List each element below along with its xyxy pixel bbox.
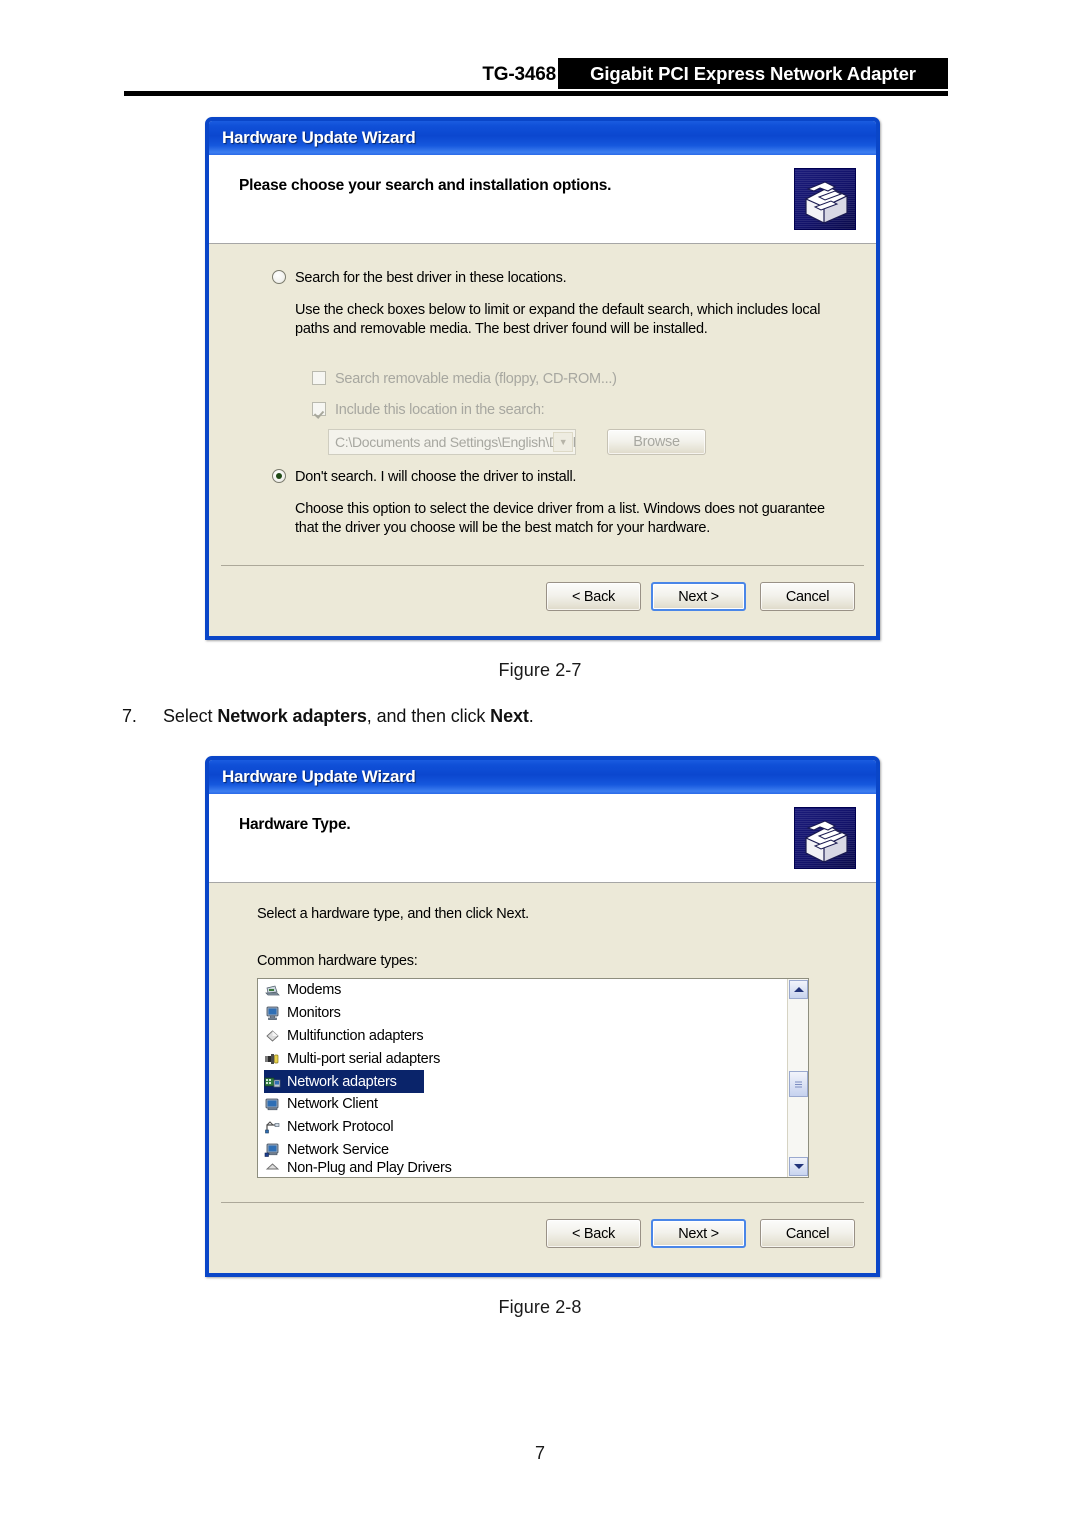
list-item[interactable]: Modems	[258, 979, 808, 1002]
scrollbar-thumb[interactable]	[789, 1071, 808, 1097]
serial-port-icon	[265, 1053, 279, 1064]
list-item-label: Multi-port serial adapters	[287, 1050, 441, 1067]
option-search-locations-label: Search for the best driver in these loca…	[295, 270, 567, 286]
list-item[interactable]: Multi-port serial adapters	[258, 1047, 808, 1070]
network-service-icon	[264, 1143, 279, 1157]
list-item-label: Network adapters	[287, 1073, 397, 1090]
next-button-1[interactable]: Next >	[651, 582, 746, 611]
dialog2-title: Hardware Update Wizard	[222, 767, 416, 786]
list-item-label: Network Protocol	[287, 1119, 394, 1136]
dialog1-footer: < Back Next > Cancel	[209, 566, 876, 628]
checkbox-include-location-box[interactable]	[312, 402, 326, 416]
option-search-locations[interactable]: Search for the best driver in these loca…	[272, 270, 832, 286]
network-client-icon	[265, 1098, 279, 1111]
list-item[interactable]: Network Client	[258, 1093, 808, 1116]
checkbox-removable-label: Search removable media (floppy, CD-ROM..…	[335, 371, 617, 387]
listbox-vertical-scrollbar[interactable]	[787, 979, 808, 1177]
page-header: TG-3468 Gigabit PCI Express Network Adap…	[124, 58, 948, 100]
list-item-label: Multifunction adapters	[287, 1027, 424, 1044]
list-item[interactable]: Network Protocol	[258, 1116, 808, 1139]
radio-dont-search[interactable]	[272, 469, 286, 483]
option-dont-search-label: Don't search. I will choose the driver t…	[295, 469, 577, 485]
network-protocol-icon	[265, 1121, 280, 1134]
list-item[interactable]: Multifunction adapters	[258, 1025, 808, 1048]
step-text-part-5: .	[528, 706, 534, 726]
step-number: 7.	[122, 706, 137, 726]
step-text-bold-next: Next	[490, 706, 529, 726]
list-item-label: Network Service	[287, 1141, 389, 1158]
option-search-description: Use the check boxes below to limit or ex…	[295, 302, 821, 337]
list-item-label: Modems	[287, 982, 342, 999]
step-text: Select Network adapters, and then click …	[163, 706, 534, 727]
hardware-update-wizard-dialog-1: Hardware Update Wizard Please choose you…	[205, 117, 880, 640]
dialog2-list-label: Common hardware types:	[257, 953, 418, 969]
network-adapter-icon	[264, 1077, 281, 1087]
checkbox-removable-box[interactable]	[312, 371, 326, 385]
diamond-icon	[266, 1030, 279, 1042]
list-item-network-adapters[interactable]: Network adapters	[264, 1070, 424, 1093]
dialog2-instruction: Select a hardware type, and then click N…	[257, 906, 529, 922]
option-dont-search-description: Choose this option to select the device …	[295, 501, 825, 536]
cancel-button-2[interactable]: Cancel	[760, 1219, 855, 1248]
add-hardware-wizard-icon	[794, 168, 856, 230]
step-text-part-3: , and then click	[366, 706, 491, 726]
checkbox-include-location[interactable]: Include this location in the search:	[312, 402, 812, 418]
step-text-part-1: Select	[163, 706, 218, 726]
hardware-types-listbox[interactable]: Modems Monitors Multifunction adapters M…	[257, 978, 809, 1178]
figure-caption-1: Figure 2-7	[498, 660, 582, 680]
dialog1-body: Search for the best driver in these loca…	[209, 244, 876, 565]
list-item[interactable]: Non-Plug and Play Drivers	[258, 1161, 808, 1175]
figure-caption-2: Figure 2-8	[498, 1297, 582, 1317]
header-model-number: TG-3468	[482, 64, 556, 85]
checkbox-include-location-label: Include this location in the search:	[335, 402, 545, 418]
chevron-down-icon[interactable]: ▼	[553, 432, 573, 452]
list-item[interactable]: Monitors	[258, 1002, 808, 1025]
dialog1-header: Please choose your search and installati…	[209, 155, 876, 244]
dialog2-footer: < Back Next > Cancel	[209, 1203, 876, 1265]
dialog1-title: Hardware Update Wizard	[222, 128, 416, 147]
list-item-label: Network Client	[287, 1096, 378, 1113]
location-combo-value: C:\Documents and Settings\English\Deskto…	[335, 434, 575, 450]
location-combo-box[interactable]: C:\Documents and Settings\English\Deskto…	[328, 429, 576, 455]
step-text-bold-network-adapters: Network adapters	[217, 706, 367, 726]
hardware-update-wizard-dialog-2: Hardware Update Wizard Hardware Type. Se…	[205, 756, 880, 1277]
browse-button[interactable]: Browse	[607, 429, 706, 455]
header-product-banner: Gigabit PCI Express Network Adapter	[558, 58, 948, 89]
checkbox-search-removable-media[interactable]: Search removable media (floppy, CD-ROM..…	[312, 371, 812, 387]
header-rule	[124, 91, 948, 96]
next-button-2[interactable]: Next >	[651, 1219, 746, 1248]
list-item-label: Monitors	[287, 1005, 341, 1022]
list-item[interactable]: Network Service	[258, 1139, 808, 1162]
add-hardware-wizard-icon	[794, 807, 856, 869]
list-item-label: Non-Plug and Play Drivers	[287, 1161, 452, 1176]
dialog1-titlebar[interactable]: Hardware Update Wizard	[209, 121, 876, 155]
generic-driver-icon	[265, 1163, 280, 1170]
cancel-button-1[interactable]: Cancel	[760, 582, 855, 611]
scroll-up-icon[interactable]	[789, 980, 808, 999]
option-dont-search[interactable]: Don't search. I will choose the driver t…	[272, 469, 832, 485]
back-button-1[interactable]: < Back	[546, 582, 641, 611]
page-number: 7	[534, 1443, 545, 1463]
monitor-icon	[266, 1006, 279, 1021]
radio-search-locations[interactable]	[272, 270, 286, 284]
scroll-down-icon[interactable]	[789, 1157, 808, 1176]
back-button-2[interactable]: < Back	[546, 1219, 641, 1248]
dialog2-header-title: Hardware Type.	[239, 816, 351, 833]
modem-icon	[265, 985, 280, 996]
dialog2-body: Select a hardware type, and then click N…	[209, 883, 876, 1202]
dialog2-header: Hardware Type.	[209, 794, 876, 883]
dialog2-titlebar[interactable]: Hardware Update Wizard	[209, 760, 876, 794]
dialog1-header-title: Please choose your search and installati…	[239, 177, 612, 194]
